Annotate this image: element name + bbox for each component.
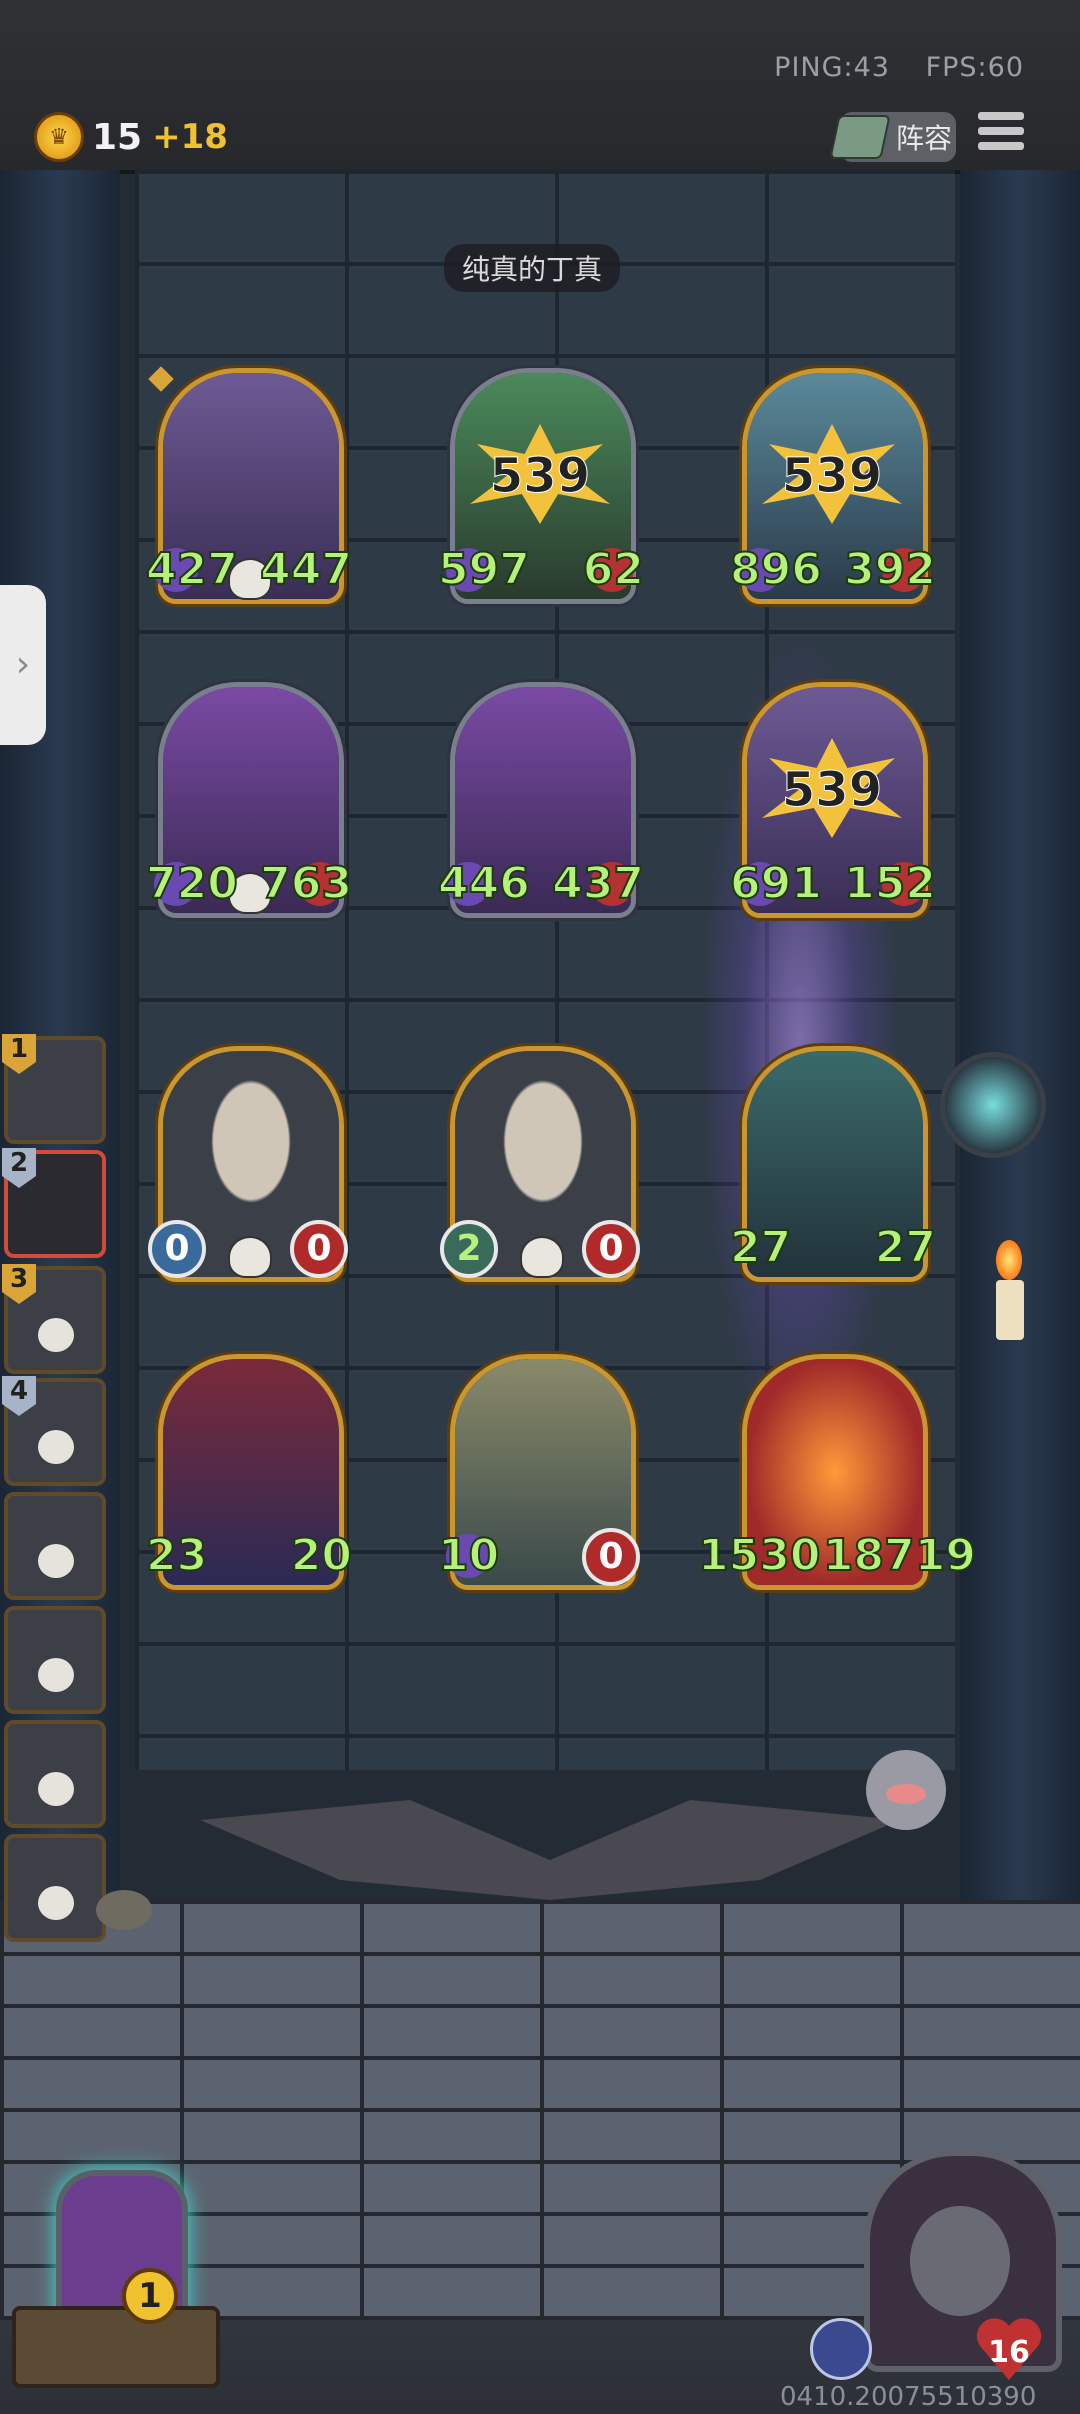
queue-player[interactable]: 4	[2, 1376, 106, 1486]
attack-value: 446	[437, 857, 531, 910]
queue-player[interactable]	[4, 1606, 106, 1714]
right-pillar	[960, 170, 1080, 1930]
minion-card[interactable]: 720 763	[145, 682, 353, 918]
skull-icon	[38, 1430, 74, 1464]
minion-card[interactable]: 446 437	[437, 682, 645, 918]
minion-card[interactable]: 427 447	[145, 366, 353, 604]
skull-icon	[520, 1236, 564, 1278]
bat-mascot-icon	[846, 1730, 966, 1860]
chat-icon[interactable]	[96, 1890, 152, 1930]
skull-icon	[38, 1544, 74, 1578]
skull-icon	[38, 1886, 74, 1920]
gold-amount: 15	[92, 116, 143, 158]
gold-display: ♛ 15 +18	[34, 112, 228, 162]
damage-value: 539	[489, 448, 591, 505]
attack-value: 2	[440, 1220, 498, 1278]
lineup-button[interactable]: 阵容	[829, 112, 956, 162]
tavern-shop-button[interactable]	[12, 2170, 220, 2388]
health-value: 18719	[822, 1529, 977, 1582]
shop-base	[12, 2306, 220, 2388]
attack-value: 720	[145, 857, 239, 910]
game-screen: PING:43 FPS:60 ♛ 15 +18 阵容 纯真的丁真 › 427 4…	[0, 0, 1080, 2414]
egg-minion-card[interactable]: 0 0	[148, 1046, 348, 1282]
queue-player[interactable]: 1	[2, 1034, 106, 1144]
candle-icon	[996, 1280, 1024, 1340]
attack-value: 896	[729, 543, 823, 596]
health-value: 0	[582, 1528, 640, 1586]
gold-income: +18	[152, 117, 228, 157]
attack-value: 0	[148, 1220, 206, 1278]
attack-value: 10	[437, 1529, 500, 1582]
clown-minion-card[interactable]: 23 20	[145, 1354, 353, 1590]
health-value: 27	[874, 1221, 937, 1274]
minion-card[interactable]: 539 597 62	[437, 368, 645, 604]
ping-text: PING:43	[774, 52, 890, 83]
skull-icon	[38, 1318, 74, 1352]
version-text: 0410.20075510390	[780, 2382, 1037, 2412]
skull-icon	[228, 1236, 272, 1278]
performance-readout: PING:43 FPS:60	[748, 52, 1024, 83]
health-value: 763	[259, 857, 353, 910]
attack-value: 427	[145, 543, 239, 596]
shop-cost: 1	[122, 2268, 178, 2324]
bat-wing-banner	[200, 1800, 900, 1900]
armor-shield-icon	[810, 2318, 872, 2380]
queue-player[interactable]: 3	[2, 1264, 106, 1374]
egg-minion-card[interactable]: 2 0	[440, 1046, 640, 1282]
hero-power-orb-icon[interactable]	[940, 1052, 1046, 1158]
skull-icon	[38, 1772, 74, 1806]
attack-value: 597	[437, 543, 531, 596]
minion-card[interactable]: 539 691 152	[729, 682, 937, 918]
health-value: 152	[843, 857, 937, 910]
attack-value: 1530	[697, 1529, 821, 1582]
damage-value: 539	[781, 762, 883, 819]
queue-rank: 3	[2, 1264, 36, 1304]
skull-icon	[38, 1658, 74, 1692]
queue-rank: 2	[2, 1148, 36, 1188]
minion-card[interactable]: 27 27	[729, 1046, 937, 1282]
dragon-minion-card[interactable]: 1530 18719	[697, 1354, 977, 1590]
health-value: 0	[290, 1220, 348, 1278]
attack-value: 27	[729, 1221, 792, 1274]
queue-rank: 1	[2, 1034, 36, 1074]
queue-player[interactable]	[4, 1492, 106, 1600]
health-value: 437	[551, 857, 645, 910]
queue-rank: 4	[2, 1376, 36, 1416]
health-value: 392	[843, 543, 937, 596]
health-value: 447	[259, 543, 353, 596]
queue-player[interactable]	[4, 1720, 106, 1828]
attack-value: 23	[145, 1529, 208, 1582]
health-value: 0	[582, 1220, 640, 1278]
minion-card[interactable]: 539 896 392	[729, 368, 937, 604]
fps-text: FPS:60	[925, 52, 1024, 83]
health-value: 20	[290, 1529, 353, 1582]
beast-minion-card[interactable]: 10 0	[437, 1354, 640, 1590]
damage-value: 539	[781, 448, 883, 505]
lineup-label: 阵容	[896, 122, 953, 155]
attack-value: 691	[729, 857, 823, 910]
opponent-name: 纯真的丁真	[444, 244, 621, 292]
candle-flame-icon	[996, 1240, 1022, 1280]
book-icon	[829, 115, 891, 159]
top-bar: PING:43 FPS:60 ♛ 15 +18 阵容	[0, 0, 1080, 174]
side-panel-handle[interactable]: ›	[0, 585, 46, 745]
menu-icon[interactable]	[978, 112, 1024, 156]
queue-player-active[interactable]: 2	[2, 1148, 106, 1258]
crown-coin-icon: ♛	[34, 112, 84, 162]
queue-player[interactable]	[4, 1834, 106, 1942]
health-value: 62	[582, 543, 645, 596]
